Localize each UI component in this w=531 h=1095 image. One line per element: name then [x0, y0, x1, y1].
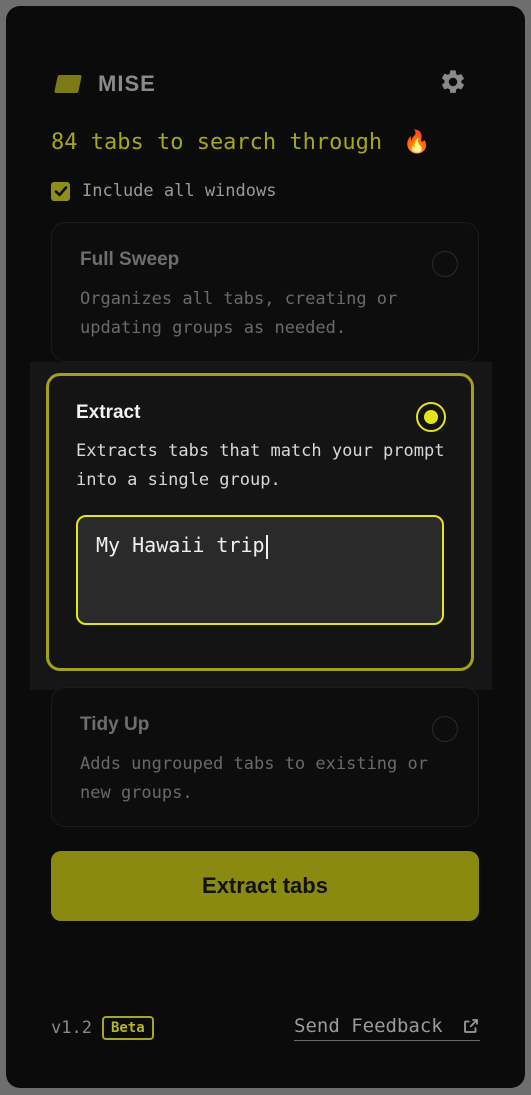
prompt-value: My Hawaii trip: [96, 533, 265, 557]
tabs-count-text: 84 tabs to search through 🔥: [51, 130, 431, 155]
fire-emoji: 🔥: [403, 130, 431, 155]
option-radio[interactable]: [432, 716, 458, 742]
include-all-windows-label: Include all windows: [82, 181, 277, 201]
option-description: Organizes all tabs, creating or updating…: [80, 289, 398, 338]
gear-icon[interactable]: [439, 68, 467, 96]
option-description: Adds ungrouped tabs to existing or new g…: [80, 754, 428, 803]
option-title: Tidy Up: [80, 714, 150, 735]
radio-dot: [424, 410, 438, 424]
send-feedback-link[interactable]: Send Feedback: [294, 1015, 480, 1041]
include-all-windows-row: Include all windows: [51, 181, 276, 201]
extract-tabs-button-label: Extract tabs: [202, 873, 328, 898]
tabs-count-label: 84 tabs to search through: [51, 130, 383, 155]
mise-logo-icon: [54, 75, 82, 93]
option-description: Extracts tabs that match your prompt int…: [76, 441, 445, 490]
option-title: Full Sweep: [80, 249, 180, 270]
beta-badge: Beta: [101, 1016, 154, 1040]
extract-tabs-button[interactable]: Extract tabs: [51, 851, 479, 921]
option-full-sweep[interactable]: Full Sweep Organizes all tabs, creating …: [51, 222, 479, 362]
text-caret: [265, 534, 268, 559]
send-feedback-label: Send Feedback: [294, 1015, 443, 1037]
brand-name: MISE: [98, 71, 156, 96]
header: MISE: [54, 66, 156, 102]
extension-popup: MISE 84 tabs to search through 🔥 Include…: [6, 6, 525, 1088]
include-all-windows-checkbox[interactable]: [51, 181, 70, 201]
option-tidy-up[interactable]: Tidy Up Adds ungrouped tabs to existing …: [51, 687, 479, 827]
extract-prompt-input[interactable]: My Hawaii trip: [76, 515, 444, 625]
option-radio-selected[interactable]: [416, 402, 446, 432]
option-radio[interactable]: [432, 251, 458, 277]
option-extract[interactable]: Extract Extracts tabs that match your pr…: [46, 373, 474, 671]
version-text: v1.2: [51, 1018, 92, 1038]
version-info: v1.2 Beta: [51, 1016, 154, 1040]
option-title: Extract: [76, 402, 141, 423]
checkmark-icon: [54, 186, 67, 197]
external-link-icon: [464, 1019, 478, 1033]
